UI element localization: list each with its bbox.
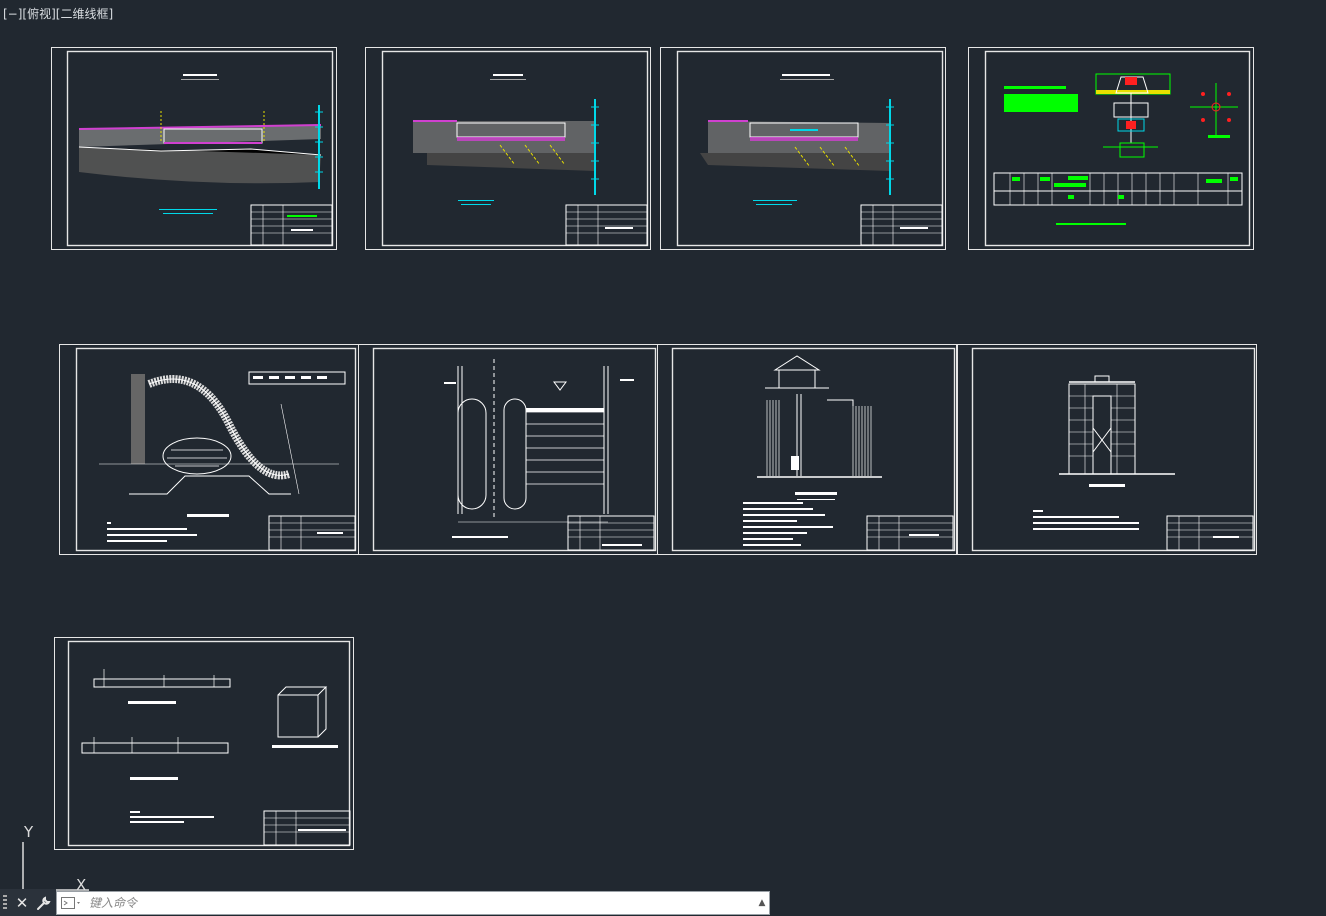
drag-handle-icon[interactable]	[0, 889, 10, 916]
layout-sheet[interactable]	[59, 344, 360, 556]
ucs-icon: Y X	[14, 820, 94, 896]
close-icon[interactable]: ✕	[12, 892, 32, 914]
layout-sheet[interactable]	[51, 47, 338, 251]
command-input-wrap: ▲	[56, 890, 770, 915]
viewport-label[interactable]: [−][俯视][二维线框]	[3, 5, 113, 22]
command-history-arrow-icon[interactable]: ▲	[755, 892, 769, 914]
command-prompt-icon[interactable]	[57, 892, 87, 914]
command-tools: ✕	[10, 889, 56, 916]
command-line: ✕ ▲	[0, 889, 770, 916]
layout-sheet[interactable]	[657, 344, 958, 556]
layout-sheet[interactable]	[365, 47, 652, 251]
layout-sheet[interactable]	[358, 344, 659, 556]
layout-sheet[interactable]	[660, 47, 947, 251]
layout-sheet[interactable]	[957, 344, 1258, 556]
layout-sheet[interactable]	[54, 637, 355, 851]
ucs-y-label: Y	[23, 823, 34, 841]
layout-sheet[interactable]	[968, 47, 1255, 251]
customize-wrench-icon[interactable]	[34, 892, 54, 914]
command-input[interactable]	[87, 891, 755, 914]
